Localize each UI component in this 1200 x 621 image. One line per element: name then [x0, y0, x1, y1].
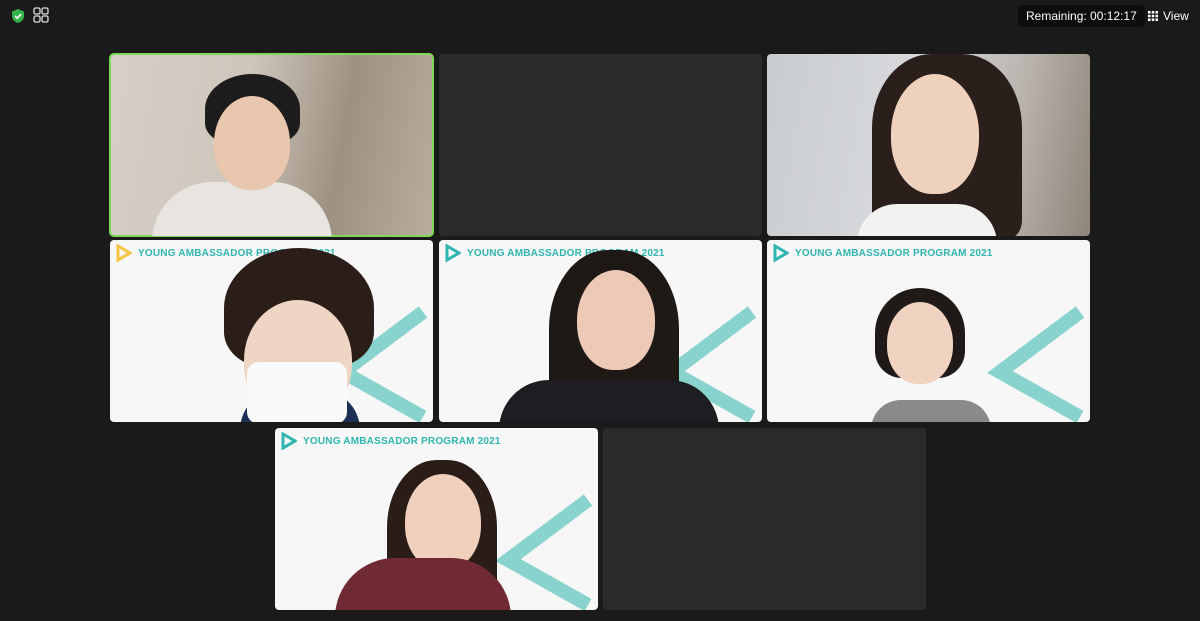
participant-video: [767, 240, 1090, 422]
participant-video: [439, 240, 762, 422]
video-tile-2[interactable]: [439, 54, 762, 236]
video-tile-1[interactable]: [109, 53, 434, 237]
meeting-top-bar: Remaining: 00:12:17 View: [0, 0, 1200, 32]
participant-video: [110, 240, 433, 422]
participant-video: [275, 428, 598, 610]
participant-video: [767, 54, 1090, 236]
video-tile-5[interactable]: YOUNG AMBASSADOR PROGRAM 2021: [439, 240, 762, 422]
view-button[interactable]: View: [1142, 5, 1196, 27]
face-mask: [247, 362, 347, 422]
video-tile-6[interactable]: YOUNG AMBASSADOR PROGRAM 2021: [767, 240, 1090, 422]
video-tile-3[interactable]: [767, 54, 1090, 236]
remaining-time: Remaining: 00:12:17: [1018, 5, 1145, 27]
view-label: View: [1163, 9, 1189, 23]
video-tile-4[interactable]: YOUNG AMBASSADOR PROGRAM 2021: [110, 240, 433, 422]
video-tile-8[interactable]: [603, 428, 926, 610]
shield-check-icon[interactable]: [10, 8, 26, 24]
video-tile-7[interactable]: YOUNG AMBASSADOR PROGRAM 2021: [275, 428, 598, 610]
grid-icon: [1148, 11, 1158, 21]
participant-video: [110, 54, 433, 236]
gallery-grid-icon[interactable]: [33, 7, 49, 23]
